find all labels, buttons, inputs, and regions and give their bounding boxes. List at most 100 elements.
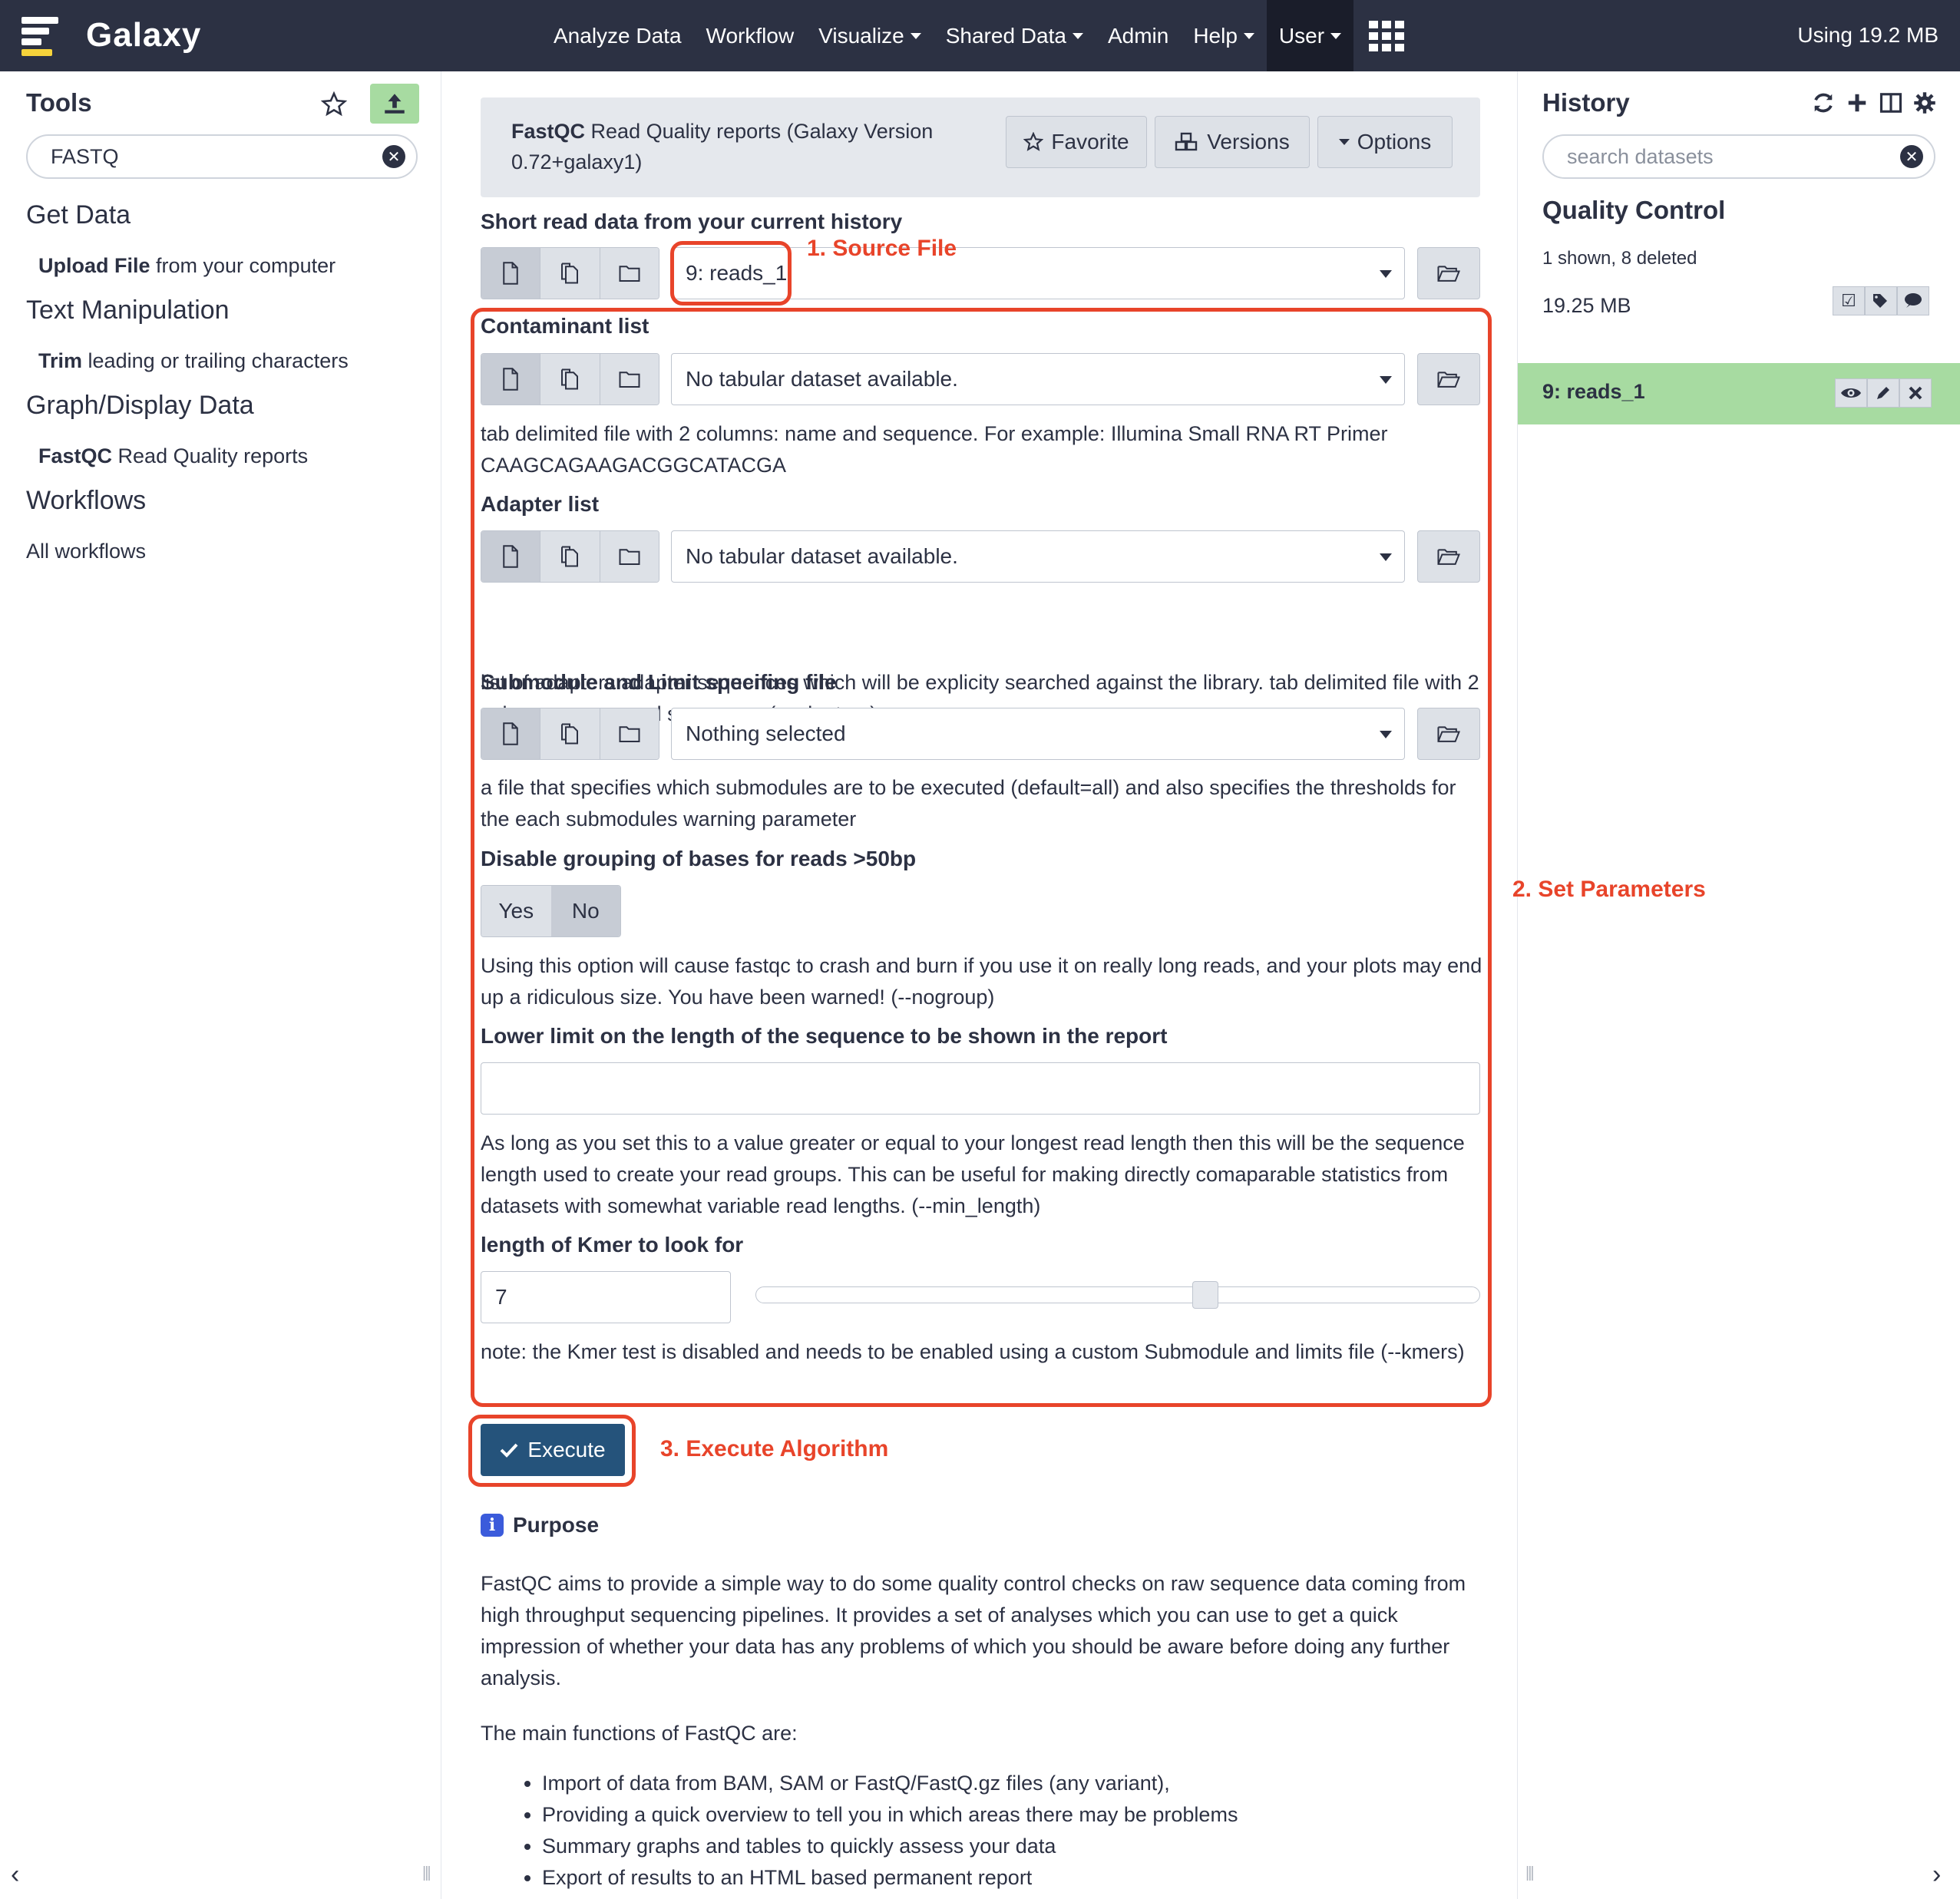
center-panel: FastQC Read Quality reports (Galaxy Vers… [442, 71, 1517, 1899]
favorite-label: Favorite [1051, 130, 1129, 154]
link-all-workflows[interactable]: All workflows [26, 540, 146, 563]
nav-label: User [1278, 23, 1325, 48]
refresh-icon[interactable] [1812, 91, 1835, 121]
section-get-data[interactable]: Get Data [26, 200, 131, 230]
tool-fastqc[interactable]: FastQC Read Quality reports [38, 444, 308, 468]
section-workflows[interactable]: Workflows [26, 486, 146, 516]
cubes-icon [1175, 132, 1198, 151]
plus-icon[interactable] [1846, 91, 1869, 121]
browse-folder-icon[interactable] [1417, 247, 1480, 299]
delete-x-icon[interactable] [1899, 378, 1932, 408]
history-actions: ☑ [1833, 286, 1929, 315]
favorite-button[interactable]: Favorite [1006, 116, 1147, 168]
dataset-actions [1835, 378, 1932, 408]
multiple-files-icon[interactable] [540, 248, 600, 299]
options-label: Options [1357, 130, 1432, 154]
nav-label: Shared Data [945, 23, 1066, 48]
grid-icon[interactable] [1369, 20, 1406, 51]
info-icon: i [481, 1514, 504, 1537]
tool-name: Upload File [38, 254, 150, 277]
resize-grip-icon[interactable]: ||| [422, 1864, 431, 1882]
gear-icon[interactable] [1913, 91, 1936, 121]
caret-down-icon [1338, 139, 1350, 145]
tool-search-input[interactable]: FASTQ ✕ [26, 134, 418, 179]
nav-label: Help [1193, 23, 1238, 48]
tool-header: FastQC Read Quality reports (Galaxy Vers… [481, 97, 1480, 197]
execute-highlight [468, 1415, 636, 1487]
tool-trim[interactable]: Trim leading or trailing characters [38, 349, 349, 373]
nav-workflow[interactable]: Workflow [694, 0, 807, 71]
columns-icon[interactable] [1879, 91, 1902, 121]
history-name[interactable]: Quality Control [1542, 196, 1725, 225]
source-file-highlight [670, 241, 792, 305]
nav-analyze-data[interactable]: Analyze Data [541, 0, 694, 71]
collapse-left-icon[interactable]: ‹ [11, 1860, 19, 1890]
dataset-name[interactable]: 9: reads_1 [1542, 380, 1645, 404]
list-item: Summary graphs and tables to quickly ass… [542, 1831, 1238, 1862]
nav-user[interactable]: User [1266, 0, 1354, 71]
history-title: History [1542, 88, 1630, 117]
caret-down-icon [1330, 32, 1342, 39]
history-search-input[interactable]: search datasets ✕ [1542, 134, 1935, 179]
tool-title-name: FastQC [511, 120, 586, 143]
collapse-right-icon[interactable]: › [1932, 1860, 1941, 1890]
annotation-set-parameters: 2. Set Parameters [1512, 877, 1706, 902]
versions-button[interactable]: Versions [1155, 116, 1310, 168]
resize-grip-icon[interactable]: ||| [1525, 1864, 1535, 1882]
annotation-source-file: 1. Source File [807, 236, 957, 261]
tool-upload-file[interactable]: Upload File from your computer [38, 254, 335, 278]
nav-label: Workflow [706, 23, 795, 48]
list-item: Import of data from BAM, SAM or FastQ/Fa… [542, 1768, 1238, 1799]
section-text-manipulation[interactable]: Text Manipulation [26, 296, 230, 325]
nav-admin[interactable]: Admin [1096, 0, 1181, 71]
functions-list: Import of data from BAM, SAM or FastQ/Fa… [542, 1768, 1238, 1894]
caret-down-icon [1072, 32, 1083, 39]
eye-icon[interactable] [1835, 378, 1867, 408]
list-item: Export of results to an HTML based perma… [542, 1862, 1238, 1894]
upload-icon[interactable] [370, 84, 419, 124]
tool-title: FastQC Read Quality reports (Galaxy Vers… [511, 116, 972, 177]
tool-desc: from your computer [150, 254, 336, 277]
history-panel: History search datasets ✕ Quality Contro… [1517, 71, 1960, 1899]
comment-icon[interactable] [1897, 286, 1929, 315]
list-item: Providing a quick overview to tell you i… [542, 1799, 1238, 1831]
single-file-icon[interactable] [481, 248, 541, 299]
tags-icon[interactable] [1865, 286, 1897, 315]
tool-name: Trim [38, 349, 83, 372]
annotation-execute: 3. Execute Algorithm [660, 1436, 889, 1461]
tool-panel: Tools FASTQ ✕ Get Data Upload File from … [0, 71, 441, 1899]
input-label: Short read data from your current histor… [481, 210, 903, 233]
dropdown-caret-icon [1380, 270, 1392, 278]
history-dataset[interactable]: 9: reads_1 [1518, 363, 1960, 424]
caret-down-icon [910, 32, 921, 39]
tool-panel-title: Tools [26, 88, 92, 117]
quota-usage[interactable]: Using 19.2 MB [1797, 23, 1939, 48]
versions-label: Versions [1207, 130, 1290, 154]
clear-search-icon[interactable]: ✕ [382, 145, 405, 168]
galaxy-logo-icon [21, 14, 64, 57]
check-square-icon[interactable]: ☑ [1833, 286, 1865, 315]
brand-name: Galaxy [86, 16, 202, 54]
purpose-text: FastQC aims to provide a simple way to d… [481, 1572, 1466, 1689]
history-toolbar [1812, 91, 1936, 121]
input-mode-buttons [481, 247, 659, 299]
brand[interactable]: Galaxy [21, 14, 201, 57]
main-nav: Analyze Data Workflow Visualize Shared D… [541, 0, 1406, 71]
nav-visualize[interactable]: Visualize [806, 0, 934, 71]
nav-shared-data[interactable]: Shared Data [934, 0, 1096, 71]
caret-down-icon [1243, 32, 1254, 39]
collection-folder-icon[interactable] [600, 248, 659, 299]
masthead: Galaxy Analyze Data Workflow Visualize S… [0, 0, 1960, 71]
history-search-placeholder: search datasets [1567, 144, 1714, 168]
nav-help[interactable]: Help [1181, 0, 1267, 71]
nav-label: Visualize [818, 23, 904, 48]
nav-label: Analyze Data [554, 23, 682, 48]
nav-label: Admin [1107, 23, 1169, 48]
clear-search-icon[interactable]: ✕ [1900, 145, 1923, 168]
section-graph-display-data[interactable]: Graph/Display Data [26, 391, 254, 421]
history-summary: 1 shown, 8 deleted [1542, 248, 1697, 269]
options-button[interactable]: Options [1317, 116, 1453, 168]
star-icon [1023, 132, 1044, 151]
favorites-star-icon[interactable] [316, 87, 352, 122]
pencil-icon[interactable] [1867, 378, 1899, 408]
